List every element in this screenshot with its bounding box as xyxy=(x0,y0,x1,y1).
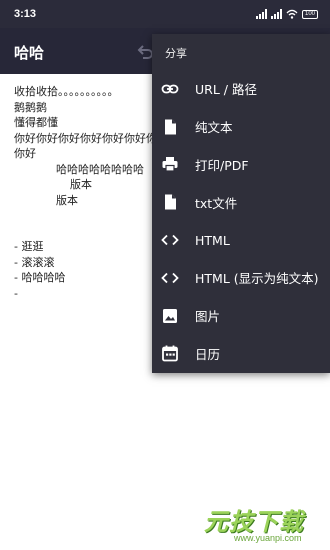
file-icon xyxy=(161,118,179,136)
page-title: 哈哈 xyxy=(14,44,45,62)
menu-item[interactable]: 打印/PDF xyxy=(152,146,330,184)
menu-item-label: HTML xyxy=(195,232,230,248)
menu-item[interactable]: 纯文本 xyxy=(152,108,330,146)
menu-item-label: 日历 xyxy=(195,346,221,362)
menu-item[interactable]: txt文件 xyxy=(152,183,330,221)
status-time: 3:13 xyxy=(14,8,37,20)
menu-item[interactable]: HTML xyxy=(152,221,330,259)
menu-item-label: URL / 路径 xyxy=(195,82,257,98)
status-bar: 3:13 100 xyxy=(0,0,330,28)
menu-items: URL / 路径 纯文本打印/PDF txt文件 HTML HTML (显示为纯文本) 图… xyxy=(152,70,330,372)
code-icon xyxy=(161,269,179,287)
link-icon xyxy=(161,80,179,98)
watermark-url: www.yuanpi.com xyxy=(234,533,302,543)
menu-item[interactable]: 日历 xyxy=(152,335,330,373)
menu-item-label: 图片 xyxy=(195,309,221,325)
menu-header: 分享 xyxy=(165,47,187,60)
wifi-icon xyxy=(286,9,298,19)
menu-item[interactable]: HTML (显示为纯文本) xyxy=(152,259,330,297)
watermark: 元技下载 www.yuanpi.com xyxy=(190,500,330,550)
code-icon xyxy=(161,231,179,249)
menu-item[interactable]: 图片 xyxy=(152,297,330,335)
calendar-icon xyxy=(161,344,179,362)
battery-icon: 100 xyxy=(302,9,318,19)
menu-item-label: HTML (显示为纯文本) xyxy=(195,271,319,287)
signal-icon xyxy=(271,9,282,19)
menu-item-label: 纯文本 xyxy=(195,120,233,136)
menu-item-label: 打印/PDF xyxy=(195,157,249,173)
printer-icon xyxy=(161,155,179,173)
menu-item[interactable]: URL / 路径 xyxy=(152,70,330,108)
share-menu: 分享 URL / 路径 纯文本打印/PDF txt文件 HTML HTML (显示为纯文… xyxy=(152,34,330,373)
status-icons: 100 xyxy=(256,8,318,20)
watermark-logo: 元技下载 xyxy=(204,508,304,536)
image-icon xyxy=(161,307,179,325)
signal-icon xyxy=(256,9,267,19)
menu-item-label: txt文件 xyxy=(195,195,238,211)
file-icon xyxy=(161,193,179,211)
